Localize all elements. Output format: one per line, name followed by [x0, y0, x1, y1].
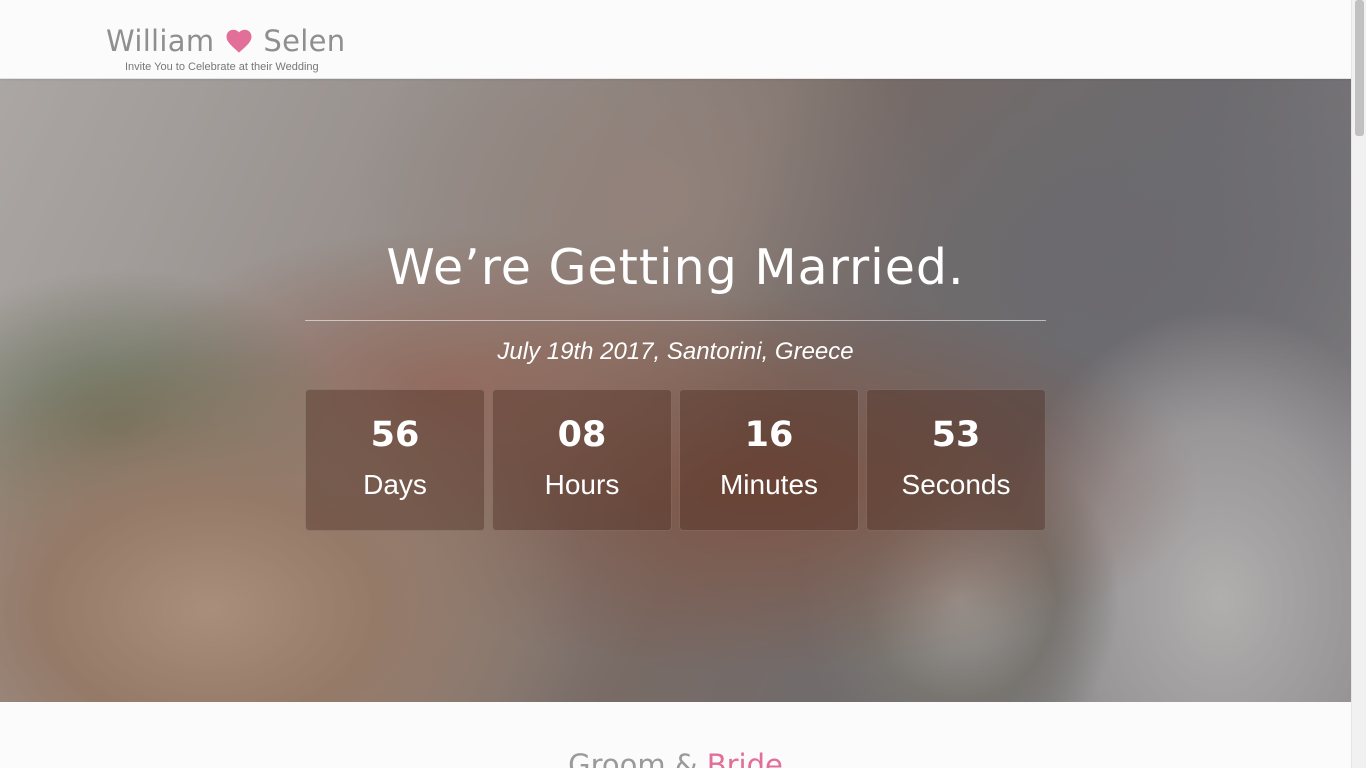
- bride-name: Selen: [263, 24, 346, 58]
- hero-title: We’re Getting Married.: [386, 239, 965, 296]
- top-navbar: William Selen Invite You to Celebrate at…: [0, 0, 1351, 79]
- countdown-timer: 56 Days 08 Hours 16 Minutes 53 Seconds: [305, 389, 1046, 531]
- countdown-days-value: 56: [370, 415, 420, 455]
- wedding-date-location: July 19th 2017, Santorini, Greece: [497, 338, 854, 365]
- countdown-hours-value: 08: [557, 415, 607, 455]
- section-title-part1: Groom &: [568, 748, 707, 768]
- countdown-seconds-value: 53: [931, 415, 981, 455]
- countdown-seconds-label: Seconds: [901, 469, 1011, 500]
- scrollbar-thumb[interactable]: [1355, 0, 1364, 136]
- countdown-minutes-value: 16: [744, 415, 794, 455]
- countdown-hours-label: Hours: [544, 469, 620, 500]
- countdown-seconds: 53 Seconds: [866, 389, 1046, 531]
- countdown-minutes-label: Minutes: [719, 469, 819, 500]
- countdown-days-label: Days: [363, 469, 427, 500]
- hero-banner: We’re Getting Married. July 19th 2017, S…: [0, 79, 1351, 702]
- brand-logo[interactable]: William Selen: [106, 22, 345, 60]
- groom-name: William: [106, 24, 215, 58]
- page-scrollbar[interactable]: [1351, 0, 1366, 768]
- hero-divider: [305, 320, 1046, 321]
- invite-tagline: Invite You to Celebrate at their Wedding: [125, 61, 319, 73]
- groom-bride-section-title: Groom & Bride: [0, 748, 1351, 768]
- countdown-minutes: 16 Minutes: [679, 389, 859, 531]
- heart-icon: [224, 26, 254, 56]
- countdown-hours: 08 Hours: [492, 389, 672, 531]
- section-title-part2: Bride: [706, 748, 783, 768]
- page: William Selen Invite You to Celebrate at…: [0, 0, 1351, 768]
- countdown-days: 56 Days: [305, 389, 485, 531]
